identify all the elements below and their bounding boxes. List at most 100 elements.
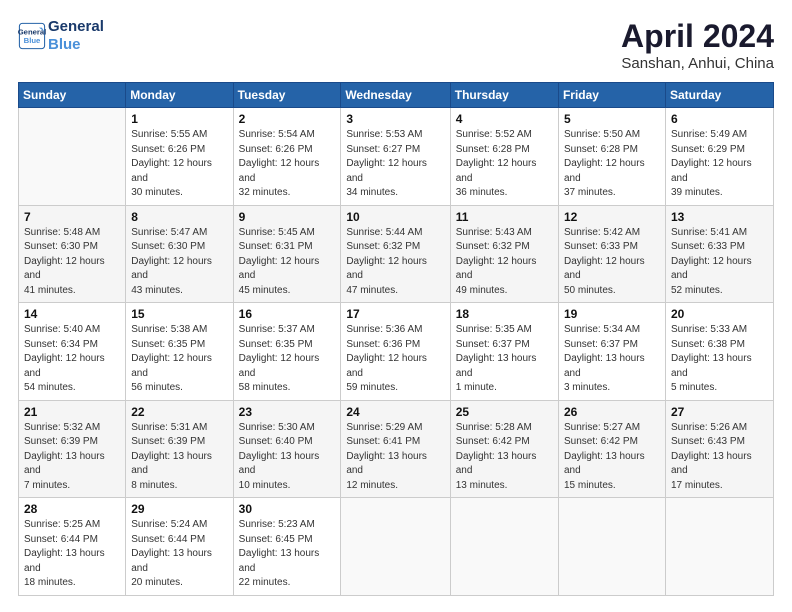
calendar-cell: 4Sunrise: 5:52 AMSunset: 6:28 PMDaylight… <box>450 108 558 206</box>
calendar-cell: 15 Sunrise: 5:38 AMSunset: 6:35 PMDayligh… <box>126 303 233 401</box>
day-info: Sunrise: 5:41 AMSunset: 6:33 PMDaylight:… <box>671 226 768 299</box>
day-info: Sunrise: 5:34 AMSunset: 6:37 PMDaylight:… <box>564 323 660 396</box>
calendar-cell: 24 Sunrise: 5:29 AMSunset: 6:41 PMDayligh… <box>341 400 450 498</box>
calendar-cell <box>665 498 773 596</box>
calendar-cell: 10 Sunrise: 5:44 AMSunset: 6:32 PMDayligh… <box>341 205 450 303</box>
logo-icon: General Blue <box>18 22 46 50</box>
day-info: Sunrise: 5:37 AMSunset: 6:35 PMDaylight:… <box>239 323 336 396</box>
day-number: 13 <box>671 210 768 224</box>
weekday-header-saturday: Saturday <box>665 83 773 108</box>
day-info: Sunrise: 5:50 AMSunset: 6:28 PMDaylight:… <box>564 128 660 201</box>
day-info: Sunrise: 5:35 AMSunset: 6:37 PMDaylight:… <box>456 323 553 396</box>
calendar-cell <box>558 498 665 596</box>
day-info: Sunrise: 5:31 AMSunset: 6:39 PMDaylight:… <box>131 421 227 494</box>
day-number: 28 <box>24 502 120 516</box>
day-number: 4 <box>456 112 553 126</box>
day-number: 26 <box>564 405 660 419</box>
calendar-cell <box>341 498 450 596</box>
logo: General Blue General Blue <box>18 18 104 54</box>
day-number: 2 <box>239 112 336 126</box>
day-info: Sunrise: 5:26 AMSunset: 6:43 PMDaylight:… <box>671 421 768 494</box>
calendar-cell: 30Sunrise: 5:23 AMSunset: 6:45 PMDayligh… <box>233 498 341 596</box>
day-number: 7 <box>24 210 120 224</box>
calendar-cell: 26 Sunrise: 5:27 AMSunset: 6:42 PMDayligh… <box>558 400 665 498</box>
day-info: Sunrise: 5:43 AMSunset: 6:32 PMDaylight:… <box>456 226 553 299</box>
day-number: 11 <box>456 210 553 224</box>
page-header: General Blue General Blue April 2024 San… <box>18 18 774 72</box>
day-info: Sunrise: 5:42 AMSunset: 6:33 PMDaylight:… <box>564 226 660 299</box>
weekday-header-tuesday: Tuesday <box>233 83 341 108</box>
day-info: Sunrise: 5:27 AMSunset: 6:42 PMDaylight:… <box>564 421 660 494</box>
day-info: Sunrise: 5:47 AMSunset: 6:30 PMDaylight:… <box>131 226 227 299</box>
weekday-header-row: SundayMondayTuesdayWednesdayThursdayFrid… <box>19 83 774 108</box>
day-info: Sunrise: 5:38 AMSunset: 6:35 PMDaylight:… <box>131 323 227 396</box>
day-number: 10 <box>346 210 444 224</box>
location-subtitle: Sanshan, Anhui, China <box>621 55 774 72</box>
calendar-cell: 17Sunrise: 5:36 AMSunset: 6:36 PMDayligh… <box>341 303 450 401</box>
calendar-cell: 29Sunrise: 5:24 AMSunset: 6:44 PMDayligh… <box>126 498 233 596</box>
calendar-week-row: 14 Sunrise: 5:40 AMSunset: 6:34 PMDayligh… <box>19 303 774 401</box>
day-info: Sunrise: 5:53 AMSunset: 6:27 PMDaylight:… <box>346 128 444 201</box>
calendar-page: General Blue General Blue April 2024 San… <box>0 0 792 612</box>
day-number: 1 <box>131 112 227 126</box>
title-section: April 2024 Sanshan, Anhui, China <box>621 18 774 72</box>
day-info: Sunrise: 5:45 AMSunset: 6:31 PMDaylight:… <box>239 226 336 299</box>
weekday-header-thursday: Thursday <box>450 83 558 108</box>
day-number: 25 <box>456 405 553 419</box>
day-number: 27 <box>671 405 768 419</box>
day-info: Sunrise: 5:30 AMSunset: 6:40 PMDaylight:… <box>239 421 336 494</box>
day-number: 14 <box>24 307 120 321</box>
calendar-week-row: 28 Sunrise: 5:25 AMSunset: 6:44 PMDayligh… <box>19 498 774 596</box>
day-info: Sunrise: 5:25 AMSunset: 6:44 PMDaylight:… <box>24 518 120 591</box>
day-info: Sunrise: 5:24 AMSunset: 6:44 PMDaylight:… <box>131 518 227 591</box>
logo-text-line2: Blue <box>48 36 104 54</box>
day-info: Sunrise: 5:29 AMSunset: 6:41 PMDaylight:… <box>346 421 444 494</box>
calendar-cell: 16 Sunrise: 5:37 AMSunset: 6:35 PMDayligh… <box>233 303 341 401</box>
day-number: 24 <box>346 405 444 419</box>
day-info: Sunrise: 5:32 AMSunset: 6:39 PMDaylight:… <box>24 421 120 494</box>
calendar-cell: 11 Sunrise: 5:43 AMSunset: 6:32 PMDayligh… <box>450 205 558 303</box>
day-number: 8 <box>131 210 227 224</box>
calendar-cell: 7 Sunrise: 5:48 AMSunset: 6:30 PMDaylight… <box>19 205 126 303</box>
day-number: 21 <box>24 405 120 419</box>
weekday-header-wednesday: Wednesday <box>341 83 450 108</box>
day-number: 20 <box>671 307 768 321</box>
calendar-cell: 22Sunrise: 5:31 AMSunset: 6:39 PMDayligh… <box>126 400 233 498</box>
weekday-header-sunday: Sunday <box>19 83 126 108</box>
day-info: Sunrise: 5:33 AMSunset: 6:38 PMDaylight:… <box>671 323 768 396</box>
logo-text-line1: General <box>48 18 104 36</box>
day-info: Sunrise: 5:44 AMSunset: 6:32 PMDaylight:… <box>346 226 444 299</box>
day-info: Sunrise: 5:55 AMSunset: 6:26 PMDaylight:… <box>131 128 227 201</box>
day-number: 6 <box>671 112 768 126</box>
day-number: 30 <box>239 502 336 516</box>
calendar-cell: 12 Sunrise: 5:42 AMSunset: 6:33 PMDayligh… <box>558 205 665 303</box>
day-info: Sunrise: 5:40 AMSunset: 6:34 PMDaylight:… <box>24 323 120 396</box>
calendar-cell: 2 Sunrise: 5:54 AMSunset: 6:26 PMDaylight… <box>233 108 341 206</box>
calendar-cell: 25 Sunrise: 5:28 AMSunset: 6:42 PMDayligh… <box>450 400 558 498</box>
svg-text:Blue: Blue <box>24 36 41 45</box>
calendar-week-row: 7 Sunrise: 5:48 AMSunset: 6:30 PMDaylight… <box>19 205 774 303</box>
day-number: 23 <box>239 405 336 419</box>
calendar-cell <box>19 108 126 206</box>
day-info: Sunrise: 5:48 AMSunset: 6:30 PMDaylight:… <box>24 226 120 299</box>
calendar-cell <box>450 498 558 596</box>
day-number: 16 <box>239 307 336 321</box>
day-number: 19 <box>564 307 660 321</box>
day-number: 12 <box>564 210 660 224</box>
calendar-cell: 23 Sunrise: 5:30 AMSunset: 6:40 PMDayligh… <box>233 400 341 498</box>
day-number: 15 <box>131 307 227 321</box>
calendar-cell: 6Sunrise: 5:49 AMSunset: 6:29 PMDaylight… <box>665 108 773 206</box>
calendar-cell: 14 Sunrise: 5:40 AMSunset: 6:34 PMDayligh… <box>19 303 126 401</box>
calendar-cell: 19 Sunrise: 5:34 AMSunset: 6:37 PMDayligh… <box>558 303 665 401</box>
calendar-cell: 27 Sunrise: 5:26 AMSunset: 6:43 PMDayligh… <box>665 400 773 498</box>
calendar-week-row: 1 Sunrise: 5:55 AMSunset: 6:26 PMDaylight… <box>19 108 774 206</box>
calendar-cell: 8 Sunrise: 5:47 AMSunset: 6:30 PMDaylight… <box>126 205 233 303</box>
calendar-cell: 1 Sunrise: 5:55 AMSunset: 6:26 PMDaylight… <box>126 108 233 206</box>
day-info: Sunrise: 5:28 AMSunset: 6:42 PMDaylight:… <box>456 421 553 494</box>
day-info: Sunrise: 5:54 AMSunset: 6:26 PMDaylight:… <box>239 128 336 201</box>
calendar-cell: 21 Sunrise: 5:32 AMSunset: 6:39 PMDayligh… <box>19 400 126 498</box>
calendar-cell: 3Sunrise: 5:53 AMSunset: 6:27 PMDaylight… <box>341 108 450 206</box>
calendar-cell: 20 Sunrise: 5:33 AMSunset: 6:38 PMDayligh… <box>665 303 773 401</box>
day-number: 18 <box>456 307 553 321</box>
day-number: 9 <box>239 210 336 224</box>
